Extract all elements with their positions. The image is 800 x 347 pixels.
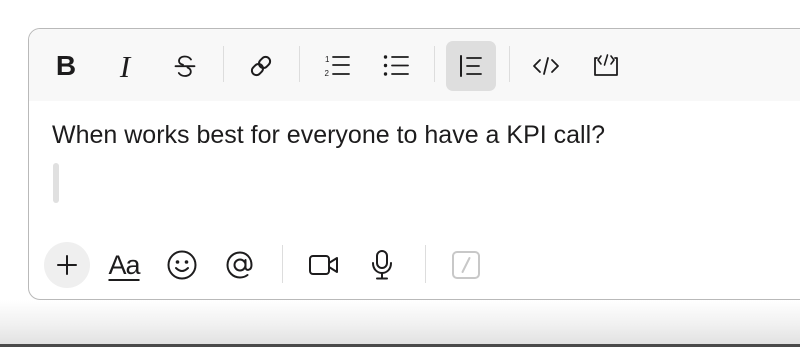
at-mention-icon [223, 248, 257, 282]
toolbar-divider [434, 46, 435, 82]
code-icon [531, 54, 561, 78]
bold-icon: B [55, 50, 77, 81]
message-composer: B I 1 2 When works best for everyone to … [28, 28, 800, 300]
action-divider [282, 245, 283, 283]
message-text: When works best for everyone to have a K… [52, 121, 606, 149]
code-block-icon [591, 53, 621, 79]
attach-button[interactable] [44, 242, 90, 288]
code-block-button[interactable] [581, 41, 631, 91]
link-icon [247, 52, 275, 80]
svg-text:2: 2 [325, 69, 330, 78]
video-clip-button[interactable] [301, 242, 347, 288]
emoji-icon [166, 249, 198, 281]
message-input[interactable]: When works best for everyone to have a K… [29, 101, 800, 231]
svg-text:1: 1 [325, 55, 330, 64]
bold-button[interactable]: B [41, 41, 91, 91]
italic-icon: I [119, 48, 131, 84]
action-divider [425, 245, 426, 283]
ordered-list-button[interactable]: 1 2 [312, 41, 362, 91]
plus-icon [56, 254, 78, 276]
text-cursor [53, 163, 59, 203]
toolbar-divider [509, 46, 510, 82]
mention-button[interactable] [217, 242, 263, 288]
audio-clip-button[interactable] [359, 242, 405, 288]
emoji-button[interactable] [159, 242, 205, 288]
strikethrough-button[interactable] [160, 41, 210, 91]
video-camera-icon [308, 253, 340, 277]
toolbar-divider [223, 46, 224, 82]
format-toggle-button[interactable]: Aa [99, 242, 149, 288]
bulleted-list-button[interactable] [371, 41, 421, 91]
code-button[interactable] [521, 41, 571, 91]
formatting-toolbar: B I 1 2 [29, 29, 800, 101]
blockquote-button[interactable] [446, 41, 496, 91]
microphone-icon [370, 249, 394, 281]
text-format-icon: Aa [108, 249, 140, 280]
ordered-list-icon: 1 2 [323, 53, 351, 79]
strikethrough-icon [172, 53, 198, 79]
slash-command-icon [451, 250, 481, 280]
italic-button[interactable]: I [100, 41, 150, 91]
link-button[interactable] [236, 41, 286, 91]
shortcuts-button[interactable] [443, 242, 489, 288]
composer-shadow [0, 300, 800, 344]
composer-action-bar: Aa [29, 237, 800, 299]
blockquote-icon [458, 53, 484, 79]
toolbar-divider [299, 46, 300, 82]
bulleted-list-icon [382, 53, 410, 79]
